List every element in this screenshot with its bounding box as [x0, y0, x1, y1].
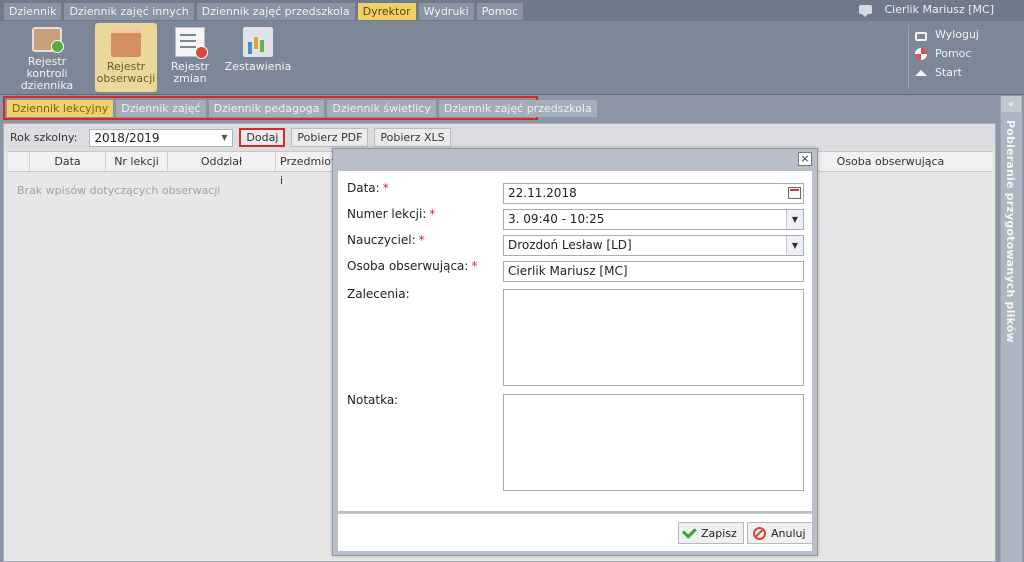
message-icon[interactable] — [859, 5, 873, 17]
school-year-select[interactable]: 2018/2019 ▼ — [89, 128, 234, 147]
lifebuoy-icon — [915, 47, 927, 60]
lesson-number-select[interactable]: 3. 09:40 - 10:25 ▼ — [503, 209, 804, 230]
ribbon-button-label: Rejestr zmian — [170, 60, 210, 85]
teacher-select[interactable]: Drozdoń Lesław [LD] ▼ — [503, 235, 804, 256]
dialog-title-bar[interactable]: × — [333, 149, 817, 171]
top-menu-bar: Dziennik Dziennik zajęć innych Dziennik … — [0, 0, 1024, 21]
start-label: Start — [935, 66, 962, 79]
help-link[interactable]: Pomoc — [915, 44, 1008, 63]
quick-links: Wyloguj Pomoc Start — [908, 25, 1008, 89]
lock-icon — [915, 32, 927, 41]
user-name[interactable]: Cierlik Mariusz [MC] — [884, 3, 994, 16]
files-side-panel[interactable]: « Pobieranie przygotowanych plików — [1000, 96, 1022, 562]
top-menu-dziennik-przedszkola[interactable]: Dziennik zajęć przedszkola — [196, 3, 355, 20]
required-mark: * — [429, 207, 436, 221]
top-menu-wydruki[interactable]: Wydruki — [418, 3, 474, 20]
save-button[interactable]: Zapisz — [678, 522, 744, 544]
observer-field[interactable]: Cierlik Mariusz [MC] — [503, 261, 804, 282]
required-mark: * — [471, 259, 478, 273]
cancel-icon — [753, 526, 766, 540]
start-link[interactable]: Start — [915, 63, 1008, 82]
chevron-down-icon: ▼ — [221, 133, 228, 142]
home-icon — [915, 69, 927, 76]
tab-dziennik-lekcyjny[interactable]: Dziennik lekcyjny — [7, 99, 114, 117]
date-field[interactable]: 22.11.2018 — [503, 183, 804, 204]
save-label: Zapisz — [701, 526, 737, 540]
user-area: Cierlik Mariusz [MC] — [859, 3, 994, 17]
recommendations-textarea[interactable] — [503, 289, 804, 386]
date-value: 22.11.2018 — [508, 186, 577, 200]
school-year-label: Rok szkolny: — [10, 131, 78, 144]
lesson-number-label: Numer lekcji: * — [347, 207, 436, 221]
column-przedmiot[interactable]: Przedmiot i — [276, 152, 340, 187]
ribbon-rejestr-kontroli-button[interactable]: Rejestr kontroli dziennika — [6, 23, 88, 92]
column-select — [8, 152, 30, 171]
lesson-number-value: 3. 09:40 - 10:25 — [508, 212, 605, 226]
logout-link[interactable]: Wyloguj — [915, 25, 1008, 44]
column-data[interactable]: Data — [30, 152, 106, 171]
top-menu-pomoc[interactable]: Pomoc — [476, 3, 524, 20]
tab-dziennik-zajec[interactable]: Dziennik zajęć — [116, 99, 206, 117]
teacher-value: Drozdoń Lesław [LD] — [508, 238, 632, 252]
top-menu-dziennik-zajec-innych[interactable]: Dziennik zajęć innych — [64, 3, 194, 20]
empty-table-message: Brak wpisów dotyczących obserwacji — [17, 184, 221, 197]
logout-label: Wyloguj — [935, 28, 979, 41]
folder-calendar-icon — [111, 27, 141, 57]
book-check-icon — [32, 27, 64, 53]
calendar-icon[interactable] — [788, 187, 801, 199]
ribbon-button-label: Rejestr obserwacji — [96, 60, 156, 85]
tab-dziennik-zajec-przedszkola[interactable]: Dziennik zajęć przedszkola — [438, 99, 597, 117]
side-panel-title: Pobieranie przygotowanych plików — [1004, 120, 1017, 343]
tab-dziennik-swietlicy[interactable]: Dziennik świetlicy — [327, 99, 436, 117]
dialog-footer: Zapisz Anuluj — [338, 513, 813, 551]
cancel-button[interactable]: Anuluj — [747, 522, 813, 544]
download-pdf-button[interactable]: Pobierz PDF — [291, 128, 369, 147]
column-nr-lekcji[interactable]: Nr lekcji — [106, 152, 168, 171]
top-menu-dyrektor[interactable]: Dyrektor — [357, 3, 416, 20]
add-observation-dialog: × Data: * 22.11.2018 Numer lekcji: * 3. 09… — [332, 148, 818, 556]
list-edit-icon — [175, 27, 208, 59]
column-oddzial[interactable]: Oddział — [168, 152, 276, 171]
required-mark: * — [382, 181, 389, 195]
journal-tabs: Dziennik lekcyjny Dziennik zajęć Dzienni… — [3, 96, 597, 120]
date-label: Data: * — [347, 181, 389, 195]
expand-panel-icon[interactable]: « — [1001, 96, 1021, 112]
chevron-down-icon[interactable]: ▼ — [786, 236, 803, 255]
note-textarea[interactable] — [503, 394, 804, 491]
add-button[interactable]: Dodaj — [239, 128, 286, 147]
ribbon-button-label: Zestawienia — [224, 60, 292, 73]
top-menu-dziennik[interactable]: Dziennik — [4, 3, 62, 20]
recommendations-label: Zalecenia: — [347, 287, 410, 301]
help-label: Pomoc — [935, 47, 972, 60]
chart-icon — [243, 27, 273, 57]
close-icon[interactable]: × — [798, 152, 812, 166]
download-xls-button[interactable]: Pobierz XLS — [374, 128, 451, 147]
ribbon-toolbar: Rejestr kontroli dziennika Rejestr obser… — [0, 21, 1024, 95]
chevron-down-icon[interactable]: ▼ — [786, 210, 803, 229]
cancel-label: Anuluj — [771, 526, 806, 540]
school-year-value: 2018/2019 — [94, 130, 160, 145]
observer-value: Cierlik Mariusz [MC] — [508, 264, 628, 278]
column-osoba-obserwujaca[interactable]: Osoba obserwująca — [788, 152, 992, 171]
dialog-form: Data: * 22.11.2018 Numer lekcji: * 3. 09:4… — [338, 171, 812, 511]
observations-toolbar: Rok szkolny: 2018/2019 ▼ Dodaj Pobierz P… — [4, 124, 995, 151]
ribbon-rejestr-zmian-button[interactable]: Rejestr zmian — [166, 23, 214, 92]
ribbon-rejestr-obserwacji-button[interactable]: Rejestr obserwacji — [95, 23, 157, 92]
note-label: Notatka: — [347, 393, 399, 407]
teacher-label: Nauczyciel: * — [347, 233, 425, 247]
checkmark-icon — [681, 523, 697, 539]
observer-label: Osoba obserwująca: * — [347, 259, 478, 273]
tab-dziennik-pedagoga[interactable]: Dziennik pedagoga — [208, 99, 325, 117]
ribbon-zestawienia-button[interactable]: Zestawienia — [224, 23, 292, 92]
top-menu: Dziennik Dziennik zajęć innych Dziennik … — [4, 3, 524, 20]
required-mark: * — [418, 233, 425, 247]
ribbon-button-label: Rejestr kontroli dziennika — [20, 55, 74, 92]
